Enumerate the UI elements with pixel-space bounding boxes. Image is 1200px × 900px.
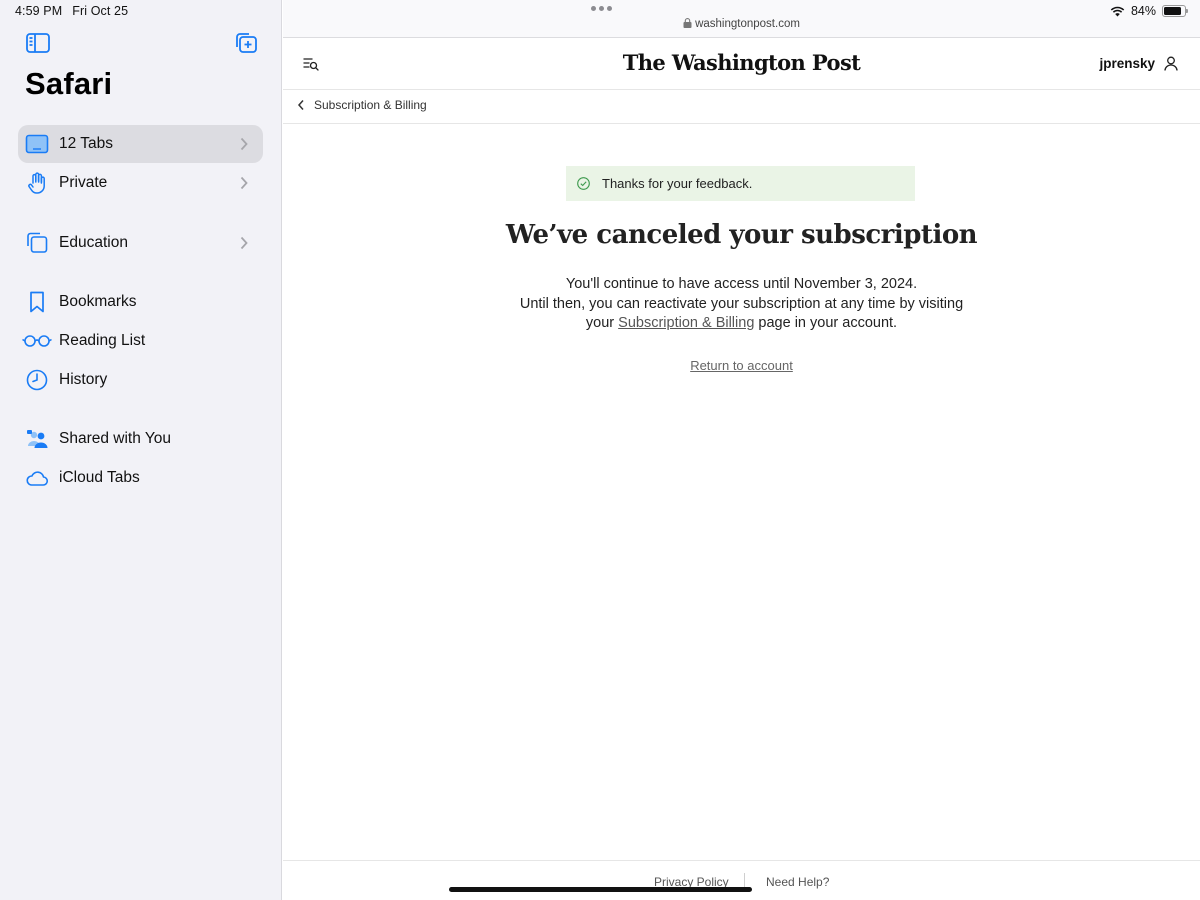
username: jprensky (1099, 56, 1155, 71)
return-link-container: Return to account (283, 357, 1200, 375)
hand-icon (24, 171, 50, 195)
people-icon (24, 427, 50, 451)
battery-percent: 84% (1130, 4, 1156, 18)
page-title: We’ve canceled your subscription (505, 220, 978, 250)
breadcrumb: Subscription & Billing (283, 90, 1200, 124)
status-bar-left: 4:59 PM Fri Oct 25 (15, 4, 128, 18)
sidebar-item-label: Reading List (59, 332, 146, 349)
reactivate-text: Until then, you can reactivate your subs… (519, 295, 964, 312)
sidebar-item-education[interactable]: Education (18, 224, 263, 262)
clock-icon (24, 368, 50, 392)
chevron-right-icon (240, 137, 248, 151)
feedback-toast: Thanks for your feedback. (566, 166, 915, 201)
user-icon (1164, 56, 1178, 71)
battery-fill (1164, 7, 1181, 15)
browser-main: washingtonpost.com 84% The Washington Po… (283, 0, 1200, 900)
text-suffix: page in your account. (758, 315, 898, 331)
glasses-icon (22, 329, 52, 353)
text-prefix: your (585, 315, 615, 331)
access-until-text: You'll continue to have access until Nov… (565, 276, 918, 292)
check-circle-icon (577, 177, 590, 190)
sidebar-item-label: Shared with You (59, 430, 172, 447)
sidebar-item-shared-with-you[interactable]: Shared with You (18, 420, 263, 458)
subscription-billing-link[interactable]: Subscription & Billing (618, 315, 754, 331)
chevron-right-icon (240, 236, 248, 250)
sidebar-item-label: Private (59, 174, 108, 191)
return-to-account-link[interactable]: Return to account (690, 358, 793, 373)
browser-top-bar: washingtonpost.com 84% (283, 0, 1200, 38)
address-bar[interactable]: washingtonpost.com (283, 18, 1200, 30)
sidebar-item-reading-list[interactable]: Reading List (18, 322, 263, 360)
bookmark-icon (24, 290, 50, 314)
lock-icon (683, 18, 692, 28)
multitasking-dots-icon[interactable] (591, 6, 612, 11)
breadcrumb-label: Subscription & Billing (314, 98, 427, 112)
sidebar-item-label: Education (59, 234, 128, 251)
status-date: Fri Oct 25 (72, 4, 129, 18)
new-tab-group-icon[interactable] (232, 32, 258, 54)
safari-sidebar: 4:59 PM Fri Oct 25 Safari 12 Tabs Privat… (0, 0, 282, 900)
sidebar-item-private[interactable]: Private (18, 164, 263, 202)
sidebar-item-label: History (59, 371, 108, 388)
sidebar-item-label: Bookmarks (59, 293, 137, 310)
cloud-icon (24, 466, 50, 490)
status-bar-right: 84% (1110, 4, 1188, 18)
account-page-text: your Subscription & Billing page in your… (283, 314, 1200, 334)
sidebar-toggle-icon[interactable] (25, 32, 51, 54)
sidebar-item-label: iCloud Tabs (59, 469, 140, 486)
breadcrumb-back-link[interactable]: Subscription & Billing (297, 98, 427, 112)
sidebar-item-icloud-tabs[interactable]: iCloud Tabs (18, 459, 263, 497)
battery-icon (1162, 5, 1188, 17)
sidebar-item-label: 12 Tabs (59, 135, 114, 152)
sidebar-item-tabs[interactable]: 12 Tabs (18, 125, 263, 163)
toast-message: Thanks for your feedback. (602, 176, 753, 191)
account-link[interactable]: jprensky (1099, 56, 1178, 71)
tabs-icon (24, 132, 50, 156)
sidebar-title: Safari (25, 66, 113, 101)
need-help-link[interactable]: Need Help? (766, 875, 829, 889)
chevron-left-icon (297, 100, 304, 110)
sidebar-item-bookmarks[interactable]: Bookmarks (18, 283, 263, 321)
site-header: The Washington Post jprensky (283, 38, 1200, 90)
status-time: 4:59 PM (15, 4, 63, 18)
wifi-icon (1110, 6, 1125, 16)
cancellation-message: You'll continue to have access until Nov… (283, 275, 1200, 334)
washington-post-logo[interactable]: The Washington Post (283, 50, 1200, 75)
sidebar-item-history[interactable]: History (18, 361, 263, 399)
tab-group-icon (24, 231, 50, 255)
home-indicator[interactable] (449, 887, 752, 892)
chevron-right-icon (240, 176, 248, 190)
page-footer: Privacy Policy Need Help? (283, 860, 1200, 900)
url-text: washingtonpost.com (695, 18, 800, 30)
